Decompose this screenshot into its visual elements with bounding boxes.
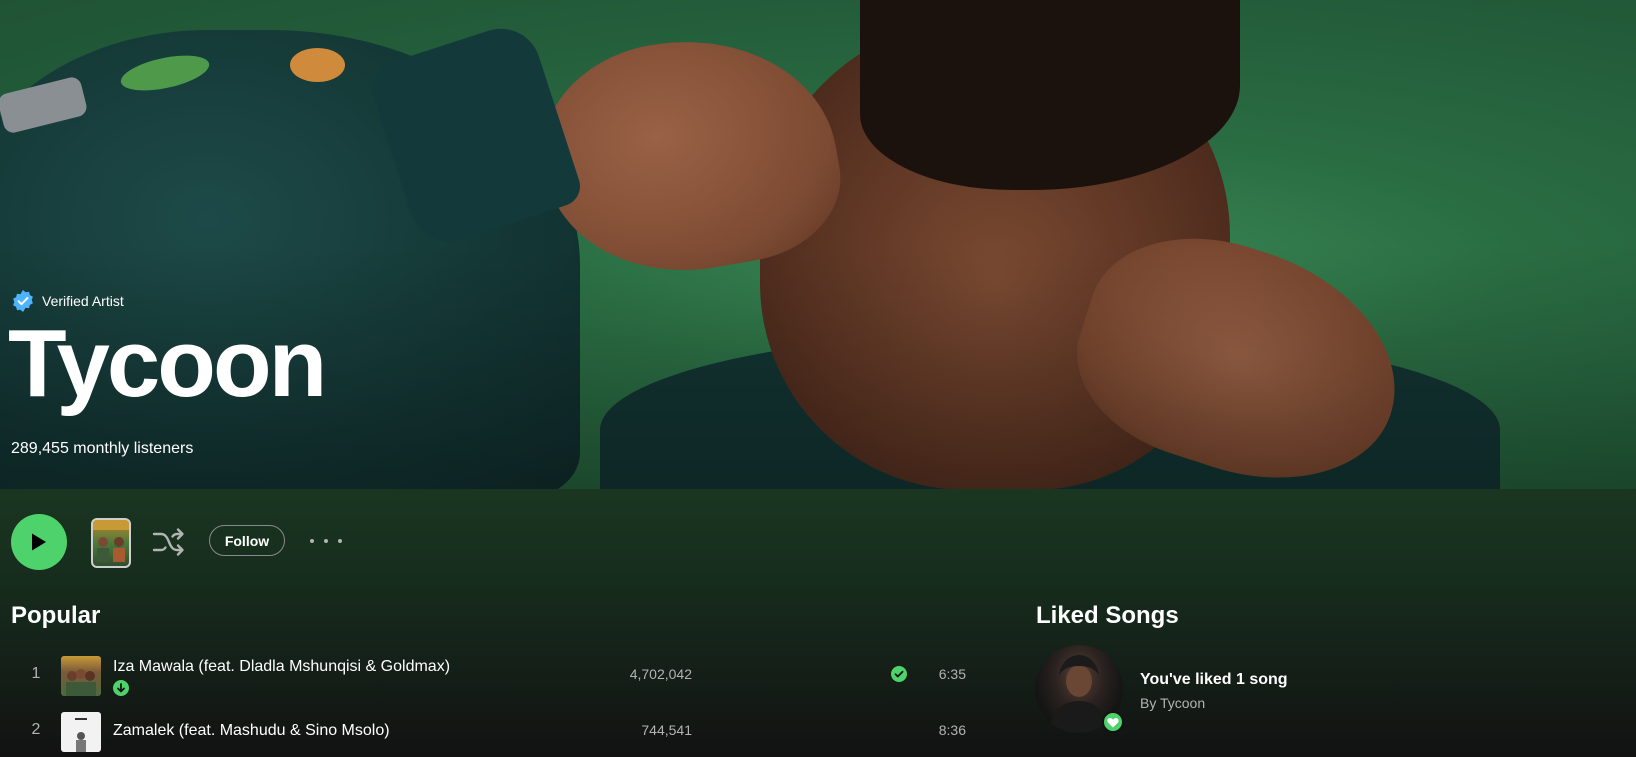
album-art-icon	[75, 718, 87, 752]
downloaded-icon	[113, 680, 129, 696]
track-cover-art	[61, 656, 101, 696]
track-cover-art	[61, 712, 101, 752]
track-rank: 2	[31, 721, 41, 738]
liked-songs-heading: Liked Songs	[1036, 602, 1179, 629]
album-art-icon	[93, 520, 129, 562]
dot	[310, 539, 314, 543]
liked-songs-artist: By Tycoon	[1140, 695, 1206, 711]
liked-songs-count: You've liked 1 song	[1140, 671, 1288, 688]
track-plays: 744,541	[641, 722, 692, 738]
track-title[interactable]: Zamalek (feat. Mashudu & Sino Msolo)	[113, 722, 390, 740]
dot	[324, 539, 328, 543]
more-options-button[interactable]	[310, 531, 342, 551]
popular-heading: Popular	[11, 602, 101, 629]
verified-artist-label: Verified Artist	[42, 293, 124, 309]
shuffle-icon[interactable]	[152, 526, 186, 558]
liked-songs-card[interactable]: You've liked 1 song By Tycoon	[1035, 645, 1595, 735]
track-duration: 8:36	[938, 722, 966, 738]
album-art-icon	[66, 669, 96, 696]
artist-name: Tycoon	[8, 310, 327, 417]
play-icon	[32, 533, 46, 551]
track-plays: 4,702,042	[629, 666, 692, 682]
play-button[interactable]	[11, 514, 67, 570]
heart-icon	[1102, 711, 1124, 733]
track-row[interactable]: 1 Iza Mawala (feat. Dladla Mshunqisi & G…	[0, 652, 980, 700]
dot	[338, 539, 342, 543]
liked-check-icon[interactable]	[891, 666, 907, 682]
monthly-listeners: 289,455 monthly listeners	[11, 440, 194, 457]
track-duration: 6:35	[938, 666, 966, 682]
follow-button[interactable]: Follow	[209, 525, 285, 556]
track-title[interactable]: Iza Mawala (feat. Dladla Mshunqisi & Gol…	[113, 658, 450, 676]
track-row[interactable]: 2 Zamalek (feat. Mashudu & Sino Msolo) 7…	[0, 708, 980, 756]
track-preview-thumbnail[interactable]	[91, 518, 131, 568]
track-rank: 1	[31, 665, 41, 682]
